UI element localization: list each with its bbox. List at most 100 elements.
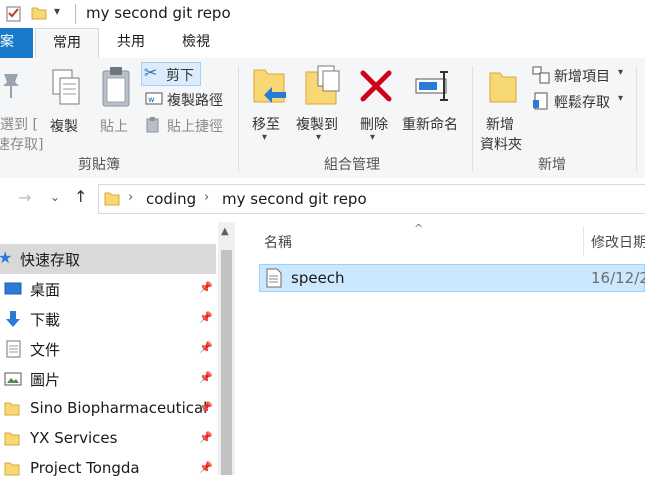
easy-access-icon [533,92,548,110]
pin-label-line1: 選到 [ [0,117,38,133]
tab-view[interactable]: 檢視 [168,28,224,58]
column-header-name[interactable]: 名稱 [264,232,292,252]
nav-item-yx-services[interactable]: YX Services 📌 [0,424,216,454]
paste-shortcut-icon [146,117,159,133]
back-arrow-icon[interactable]: → [18,188,31,207]
copy-path-button[interactable]: w 複製路徑 [143,88,235,110]
delete-button[interactable]: 刪除 ▾ [356,64,396,144]
nav-item-pictures[interactable]: 圖片 📌 [0,364,216,394]
delete-dropdown-icon: ▾ [370,132,376,143]
rename-icon [415,71,448,101]
nav-scroll-thumb[interactable] [221,250,232,475]
pin-icon[interactable]: 📌 [199,281,213,294]
up-arrow-icon[interactable]: ↑ [74,187,87,206]
move-to-label: 移至 [252,117,280,133]
breadcrumb-coding[interactable]: coding [146,190,196,208]
qat-dropdown-icon[interactable]: ▾ [54,4,60,18]
nav-item-quick-access[interactable]: ★ 快速存取 [0,244,216,274]
new-folder-button[interactable]: 新增 資料夾 [480,64,528,154]
easy-access-button[interactable]: 輕鬆存取 ▾ [532,90,632,112]
new-item-icon [532,66,550,84]
cut-button[interactable]: ✂ 剪下 [141,62,201,86]
nav-item-desktop[interactable]: 桌面 📌 [0,274,216,304]
download-icon [6,311,20,327]
clipboard-group-label: 剪貼簿 [78,157,120,173]
paste-shortcut-label: 貼上捷徑 [167,119,223,135]
scroll-up-icon[interactable]: ▲ [221,226,229,237]
svg-text:w: w [148,95,155,104]
new-folder-label-line1: 新增 [486,117,514,133]
file-row[interactable]: speech 16/12/2 [259,264,645,292]
nav-item-project-tongda[interactable]: Project Tongda 📌 [0,454,216,484]
nav-item-label: 圖片 [30,371,61,389]
navigation-pane: ★ 快速存取 桌面 📌 下載 📌 文件 📌 圖片 📌 Sino Biopharm… [0,222,218,477]
group-separator [238,66,239,172]
nav-item-downloads[interactable]: 下載 📌 [0,304,216,334]
sort-ascending-icon: ^ [414,222,424,235]
group-separator [472,66,473,172]
breadcrumb-chevron-icon[interactable]: › [204,190,209,205]
breadcrumb-current[interactable]: my second git repo [222,190,367,208]
delete-x-icon [360,70,392,102]
picture-icon [4,372,22,386]
copy-button[interactable]: 複製 [46,66,86,146]
rename-button[interactable]: 重新命名 [402,64,466,144]
column-divider[interactable] [583,226,584,256]
pin-icon[interactable]: 📌 [199,371,213,384]
breadcrumb-chevron-icon[interactable]: › [128,190,133,205]
copy-icon [52,69,80,105]
pin-label-line2: 速存取] [0,137,44,153]
organize-group-label: 組合管理 [324,157,380,173]
copy-path-label: 複製路徑 [167,93,223,109]
nav-item-label: 文件 [30,341,61,359]
title-bar: ▾ my second git repo [0,0,645,28]
text-file-icon [266,268,282,288]
easy-access-dropdown-icon: ▾ [618,93,624,104]
pin-icon[interactable]: 📌 [199,431,213,444]
new-folder-qat-icon[interactable] [31,6,47,20]
tab-file[interactable]: 案 [0,28,33,58]
file-modified: 16/12/2 [591,269,645,287]
pin-icon[interactable]: 📌 [199,341,213,354]
tab-share[interactable]: 共用 [104,28,158,58]
new-group-label: 新增 [538,157,566,173]
copy-to-dropdown-icon: ▾ [316,132,322,143]
pin-icon[interactable]: 📌 [199,311,213,324]
folder-icon [4,402,20,416]
nav-item-sino-biopharmaceutical[interactable]: Sino Biopharmaceutical 📌 [0,394,216,424]
clipboard-icon [102,67,130,107]
recent-locations-chevron-icon[interactable]: ⌄ [50,190,60,204]
nav-item-documents[interactable]: 文件 📌 [0,334,216,364]
file-name: speech [291,269,345,287]
ribbon: 選到 [ 速存取] 複製 貼上 ✂ 剪下 w 複製路徑 貼上捷徑 剪貼簿 移至 … [0,58,645,179]
paste-button[interactable]: 貼上 [96,66,136,146]
ribbon-tab-strip: 案 常用 共用 檢視 [0,28,645,60]
properties-icon[interactable] [6,5,22,22]
new-item-button[interactable]: 新增項目 ▾ [532,64,632,86]
nav-item-label: 下載 [30,311,61,329]
copy-label: 複製 [50,119,78,135]
nav-item-label: 桌面 [30,281,61,299]
nav-item-label: 快速存取 [20,251,81,269]
pin-quick-access-button[interactable]: 選到 [ 速存取] [0,66,44,156]
folder-icon [104,192,120,206]
move-to-button[interactable]: 移至 ▾ [248,64,288,144]
easy-access-label: 輕鬆存取 [554,95,610,111]
pin-icon[interactable]: 📌 [199,401,213,414]
star-icon: ★ [0,248,13,267]
folder-icon [4,432,20,446]
paste-shortcut-button[interactable]: 貼上捷徑 [143,114,235,136]
tab-home[interactable]: 常用 [35,28,99,60]
rename-label: 重新命名 [402,117,458,133]
move-to-icon [253,69,286,103]
nav-item-label: Project Tongda [30,459,140,477]
new-item-label: 新增項目 [554,69,610,85]
pin-icon [3,74,19,98]
title-divider [75,4,76,24]
copy-to-button[interactable]: 複製到 ▾ [296,64,348,144]
cut-label: 剪下 [166,68,194,84]
pin-icon[interactable]: 📌 [199,461,213,474]
column-header-modified[interactable]: 修改日期 [591,232,645,252]
window-title: my second git repo [86,4,231,22]
group-separator [636,66,637,172]
